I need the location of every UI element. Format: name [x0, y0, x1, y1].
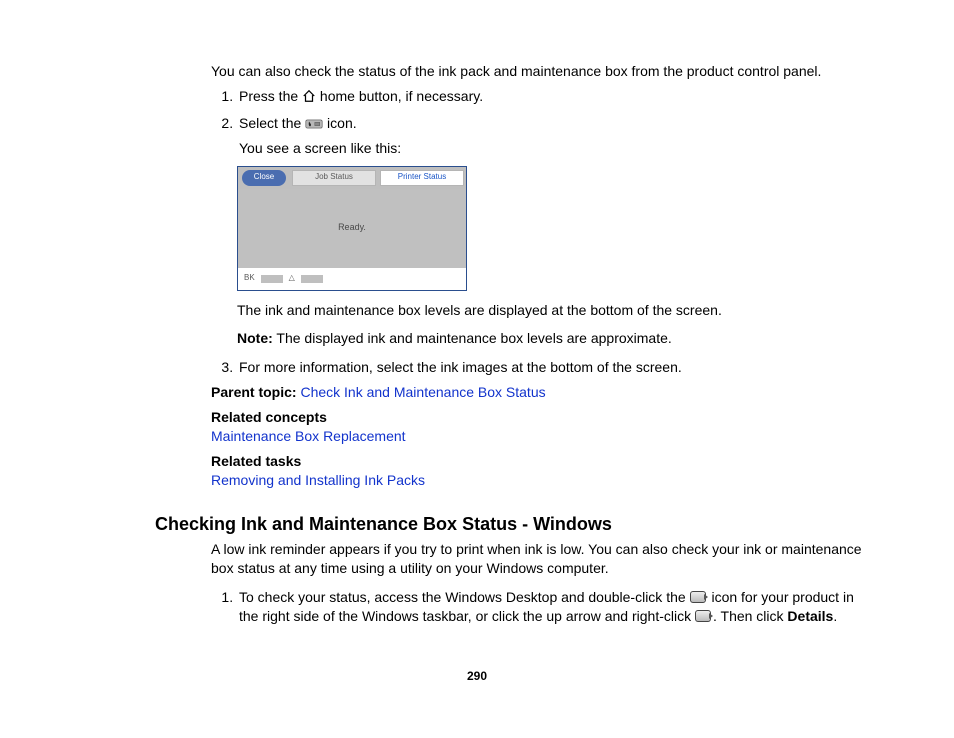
step-1-pre: Press the	[239, 88, 302, 104]
screenshot-tab-job-status: Job Status	[292, 170, 376, 186]
parent-topic-line: Parent topic: Check Ink and Maintenance …	[211, 383, 875, 402]
step-3: For more information, select the ink ima…	[237, 358, 875, 377]
related-concepts-block: Related concepts Maintenance Box Replace…	[211, 408, 875, 446]
step-1-post: home button, if necessary.	[316, 88, 483, 104]
ink-level-icon	[305, 116, 323, 135]
windows-step-1: To check your status, access the Windows…	[237, 588, 875, 626]
parent-topic-label: Parent topic:	[211, 384, 297, 400]
step-2: Select the icon. You see a screen like t…	[237, 114, 875, 158]
after-screenshot-text: The ink and maintenance box levels are d…	[237, 301, 875, 320]
product-tray-icon-2	[695, 610, 713, 624]
screenshot-close-button: Close	[242, 170, 286, 186]
screenshot-bk-label: BK	[244, 273, 255, 284]
step-2-line1-post: icon.	[323, 115, 356, 131]
screenshot-triangle: △	[289, 273, 295, 284]
windows-steps-list: To check your status, access the Windows…	[211, 588, 875, 626]
main-steps-list-cont: For more information, select the ink ima…	[211, 358, 875, 377]
intro-text: You can also check the status of the ink…	[211, 62, 875, 81]
details-label: Details	[787, 608, 833, 624]
step-1: Press the home button, if necessary.	[237, 87, 875, 108]
note-label: Note:	[237, 330, 273, 346]
main-steps-list: Press the home button, if necessary. Sel…	[211, 87, 875, 158]
section-heading-windows: Checking Ink and Maintenance Box Status …	[155, 512, 875, 536]
related-concepts-label: Related concepts	[211, 408, 875, 427]
embedded-screenshot: Close Job Status Printer Status Ready. B…	[237, 166, 875, 291]
parent-topic-link[interactable]: Check Ink and Maintenance Box Status	[300, 384, 545, 400]
step-2-line1-pre: Select the	[239, 115, 305, 131]
section-intro-text: A low ink reminder appears if you try to…	[211, 540, 875, 578]
related-tasks-block: Related tasks Removing and Installing In…	[211, 452, 875, 490]
win-step1-d: .	[833, 608, 837, 624]
related-tasks-label: Related tasks	[211, 452, 875, 471]
win-step1-a: To check your status, access the Windows…	[239, 589, 690, 605]
related-tasks-link[interactable]: Removing and Installing Ink Packs	[211, 472, 425, 488]
page-number: 290	[0, 668, 954, 684]
screenshot-bk-bar	[261, 275, 283, 283]
home-icon	[302, 89, 316, 108]
screenshot-maint-bar	[301, 275, 323, 283]
product-tray-icon	[690, 591, 708, 605]
screenshot-footer: BK △	[238, 267, 466, 290]
related-concepts-link[interactable]: Maintenance Box Replacement	[211, 428, 406, 444]
step-2-line2: You see a screen like this:	[239, 139, 875, 158]
note-block: Note: The displayed ink and maintenance …	[237, 329, 875, 348]
screenshot-body: Ready.	[238, 189, 466, 267]
note-text: The displayed ink and maintenance box le…	[273, 330, 672, 346]
win-step1-c: . Then click	[713, 608, 787, 624]
screenshot-tab-printer-status: Printer Status	[380, 170, 464, 186]
